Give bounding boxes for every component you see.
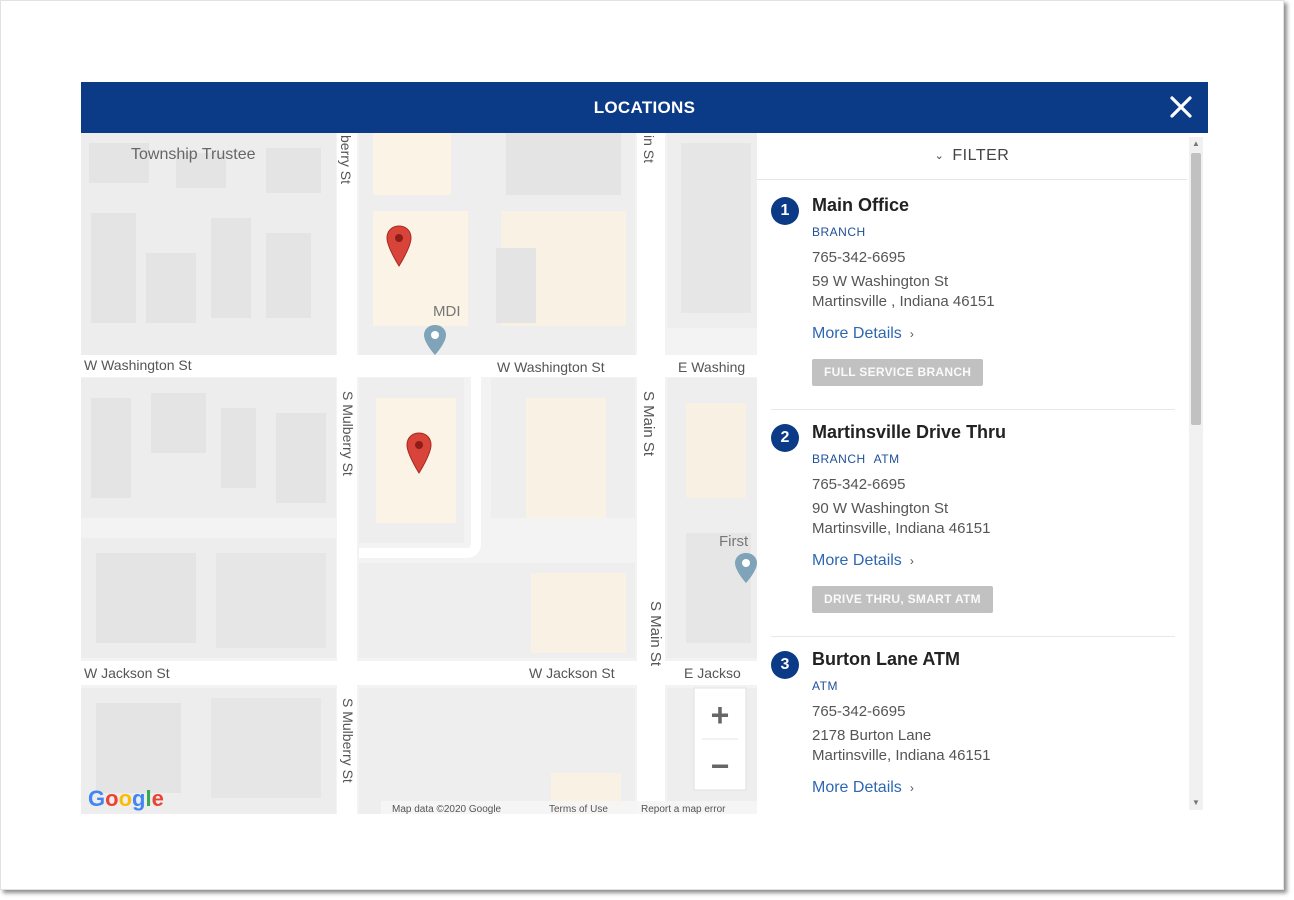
- location-address-line2: Martinsville , Indiana 46151: [812, 293, 995, 310]
- location-item: 1 Main Office BRANCH 765-342-6695 59 W W…: [757, 183, 1175, 410]
- location-types: BRANCH: [812, 225, 874, 239]
- location-type: BRANCH: [812, 225, 866, 239]
- google-logo-letter: G: [88, 786, 105, 811]
- chevron-right-icon: ›: [909, 554, 914, 568]
- more-details-label: More Details: [812, 779, 902, 796]
- more-details-link[interactable]: More Details ›: [812, 552, 914, 570]
- location-address-line2: Martinsville, Indiana 46151: [812, 747, 991, 764]
- location-address-line1: 59 W Washington St: [812, 273, 949, 290]
- map-label-e-washington: E Washing: [678, 359, 745, 375]
- filter-toggle[interactable]: ⌄ FILTER: [757, 133, 1187, 180]
- terms-link[interactable]: Terms of Use: [549, 804, 608, 814]
- map-label-w-jackson-left: W Jackson St: [84, 665, 170, 681]
- map-label-first: First: [719, 533, 749, 550]
- chevron-right-icon: ›: [909, 781, 914, 795]
- google-logo-letter: g: [132, 786, 145, 811]
- close-button[interactable]: [1168, 94, 1194, 120]
- location-item: 2 Martinsville Drive Thru BRANCH ATM 765-…: [757, 410, 1175, 637]
- map-data-credit: Map data ©2020 Google: [392, 804, 502, 814]
- map-label-mulberry-top: berry St: [338, 135, 354, 184]
- location-number-badge: 1: [771, 197, 799, 225]
- location-type: ATM: [873, 452, 900, 466]
- zoom-in-icon: +: [711, 697, 730, 733]
- scroll-up-arrow-icon[interactable]: ▲: [1189, 137, 1203, 151]
- map-label-main-mid: S Main St: [640, 391, 657, 457]
- google-logo-letter: e: [152, 786, 164, 811]
- service-tag: FULL SERVICE BRANCH: [812, 359, 984, 386]
- page-frame: LOCATIONS Township Trustee MDI First W W…: [0, 0, 1284, 890]
- chevron-down-icon: ⌄: [934, 150, 945, 162]
- location-types: BRANCH ATM: [812, 452, 908, 466]
- close-icon: [1170, 96, 1192, 118]
- modal-title: LOCATIONS: [593, 98, 696, 117]
- more-details-link[interactable]: More Details ›: [812, 325, 914, 343]
- location-number-badge: 3: [771, 651, 799, 679]
- map-label-w-washington-mid: W Washington St: [497, 359, 605, 375]
- modal-header: LOCATIONS: [81, 82, 1208, 133]
- location-type: ATM: [812, 679, 838, 693]
- map-label-main-top: in St: [641, 135, 657, 163]
- location-number-badge: 2: [771, 424, 799, 452]
- scrollbar[interactable]: ▲ ▼: [1189, 137, 1203, 810]
- location-address-line1: 2178 Burton Lane: [812, 727, 932, 744]
- location-phone[interactable]: 765-342-6695: [812, 476, 905, 493]
- location-phone[interactable]: 765-342-6695: [812, 703, 905, 720]
- map-label-mulberry-mid: S Mulberry St: [340, 391, 356, 476]
- map-label-township: Township Trustee: [131, 146, 256, 163]
- map-label-w-washington-left: W Washington St: [84, 357, 192, 373]
- location-address-line1: 90 W Washington St: [812, 500, 949, 517]
- map-label-main-bottom: S Main St: [647, 601, 664, 667]
- map-label-mdi: MDI: [433, 303, 461, 320]
- google-logo: Google: [88, 786, 164, 811]
- location-types: ATM: [812, 679, 846, 693]
- scroll-down-arrow-icon[interactable]: ▼: [1189, 796, 1203, 810]
- more-details-label: More Details: [812, 325, 902, 342]
- zoom-out-icon: −: [711, 748, 730, 784]
- zoom-in-button[interactable]: +: [695, 689, 745, 738]
- google-logo-letter: o: [119, 786, 132, 811]
- scrollbar-thumb[interactable]: [1191, 153, 1201, 425]
- location-phone[interactable]: 765-342-6695: [812, 249, 905, 266]
- location-item: 3 Burton Lane ATM ATM 765-342-6695 2178 …: [757, 637, 1175, 814]
- more-details-link[interactable]: More Details ›: [812, 779, 914, 797]
- zoom-out-button[interactable]: −: [695, 740, 745, 789]
- map-label-mulberry-bottom: S Mulberry St: [340, 698, 356, 783]
- locations-panel: ⌄ FILTER 1 Main Office BRANCH 765-342-669…: [757, 133, 1208, 814]
- location-name[interactable]: Martinsville Drive Thru: [812, 422, 1006, 443]
- service-tag: DRIVE THRU, SMART ATM: [812, 586, 993, 613]
- location-address-line2: Martinsville, Indiana 46151: [812, 520, 991, 537]
- locations-modal: LOCATIONS Township Trustee MDI First W W…: [81, 82, 1208, 814]
- more-details-label: More Details: [812, 552, 902, 569]
- report-map-error-link[interactable]: Report a map error: [641, 804, 726, 814]
- google-logo-letter: o: [105, 786, 118, 811]
- map-view[interactable]: Township Trustee MDI First W Washington …: [81, 133, 757, 814]
- map-label-w-jackson-mid: W Jackson St: [529, 665, 615, 681]
- map-label-e-jackson: E Jackso: [684, 665, 741, 681]
- location-name[interactable]: Main Office: [812, 195, 909, 216]
- location-name[interactable]: Burton Lane ATM: [812, 649, 960, 670]
- filter-label: FILTER: [952, 147, 1010, 164]
- chevron-right-icon: ›: [909, 327, 914, 341]
- location-type: BRANCH: [812, 452, 866, 466]
